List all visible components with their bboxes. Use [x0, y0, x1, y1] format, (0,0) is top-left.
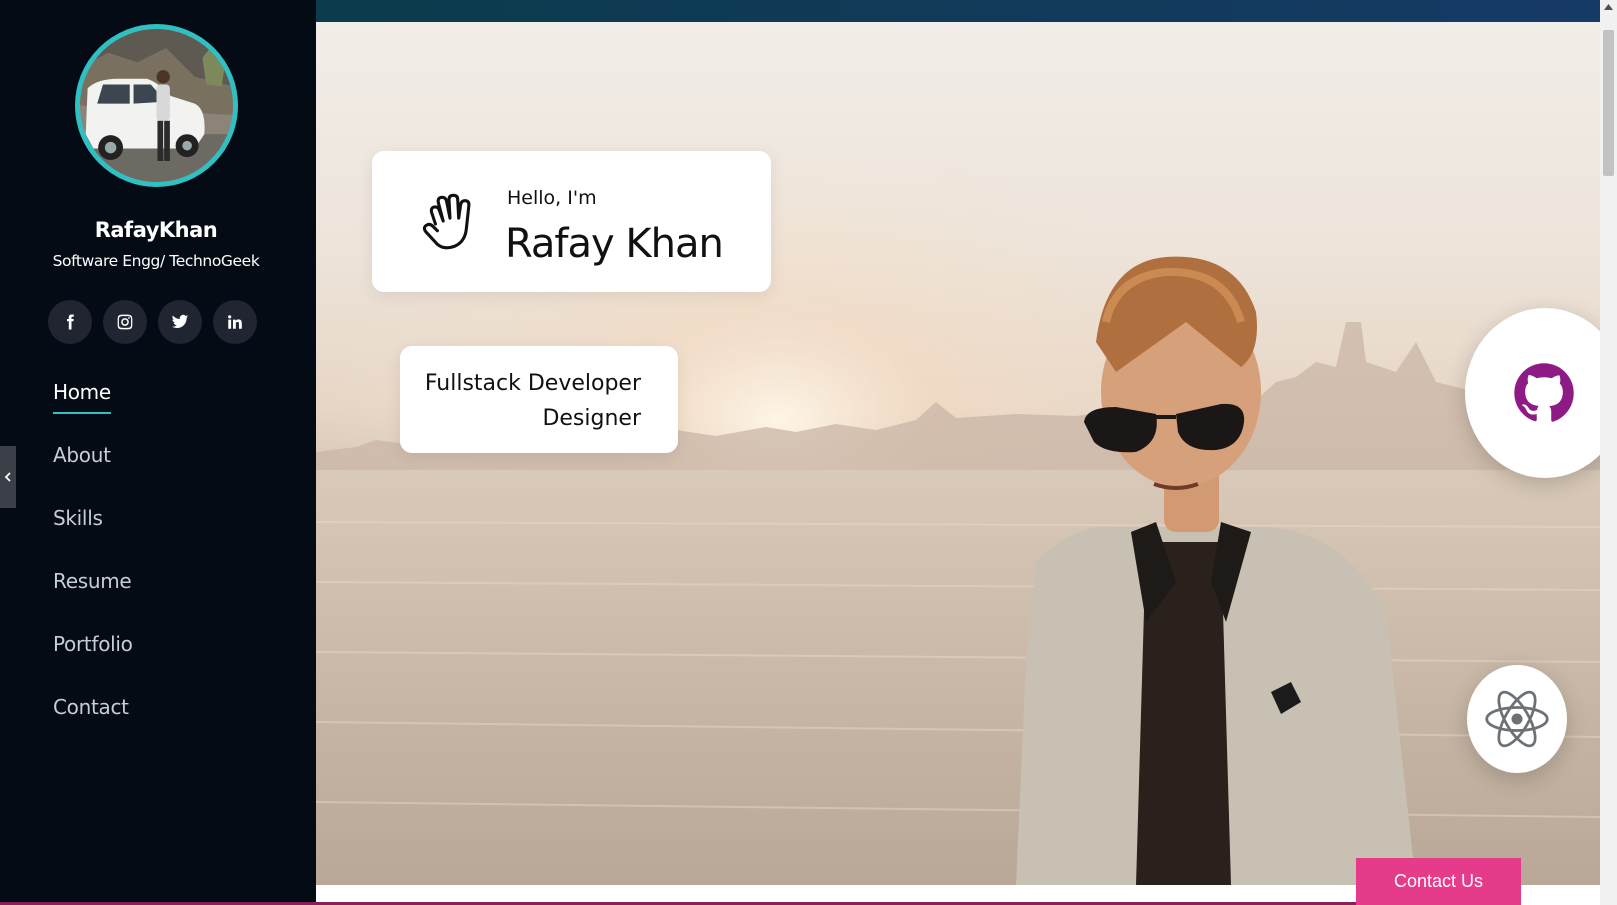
role-designer: Designer — [542, 406, 641, 431]
hero-name: Rafay Khan — [505, 221, 724, 267]
main-nav: Home About Skills Resume Portfolio Conta… — [53, 380, 133, 758]
scroll-up-arrow-icon[interactable] — [1604, 4, 1613, 10]
github-badge[interactable] — [1465, 308, 1617, 478]
greeting-card: Hello, I'm Rafay Khan — [372, 151, 771, 292]
profile-tagline: Software Engg/ TechnoGeek — [52, 252, 260, 270]
twitter-icon — [171, 314, 189, 329]
waving-hand-icon — [422, 193, 471, 250]
react-icon — [1485, 690, 1549, 748]
twitter-link[interactable] — [158, 300, 202, 344]
nav-item-contact[interactable]: Contact — [53, 695, 133, 758]
sidebar-toggle[interactable] — [0, 446, 16, 508]
roles-card: Fullstack Developer Designer — [400, 346, 678, 453]
facebook-link[interactable] — [48, 300, 92, 344]
hero-top-bar — [316, 0, 1600, 22]
instagram-link[interactable] — [103, 300, 147, 344]
role-fullstack: Fullstack Developer — [424, 371, 641, 396]
linkedin-link[interactable] — [213, 300, 257, 344]
linkedin-icon — [228, 315, 242, 329]
social-links — [48, 300, 257, 344]
profile-name: RafayKhan — [94, 218, 218, 242]
chevron-left-icon — [4, 472, 11, 482]
greeting-text: Hello, I'm — [507, 187, 597, 209]
nav-item-home[interactable]: Home — [53, 380, 133, 443]
nav-item-portfolio[interactable]: Portfolio — [53, 632, 133, 695]
profile-avatar — [75, 24, 238, 187]
react-badge — [1467, 665, 1567, 773]
scroll-thumb[interactable] — [1603, 30, 1614, 176]
page-scrollbar[interactable] — [1600, 0, 1617, 905]
sidebar: RafayKhan Software Engg/ TechnoGeek Home… — [0, 0, 316, 905]
nav-item-resume[interactable]: Resume — [53, 569, 133, 632]
github-icon — [1514, 363, 1574, 422]
nav-item-about[interactable]: About — [53, 443, 133, 506]
contact-us-button[interactable]: Contact Us — [1356, 858, 1521, 905]
instagram-icon — [117, 314, 133, 330]
facebook-icon — [67, 314, 74, 330]
nav-item-skills[interactable]: Skills — [53, 506, 133, 569]
